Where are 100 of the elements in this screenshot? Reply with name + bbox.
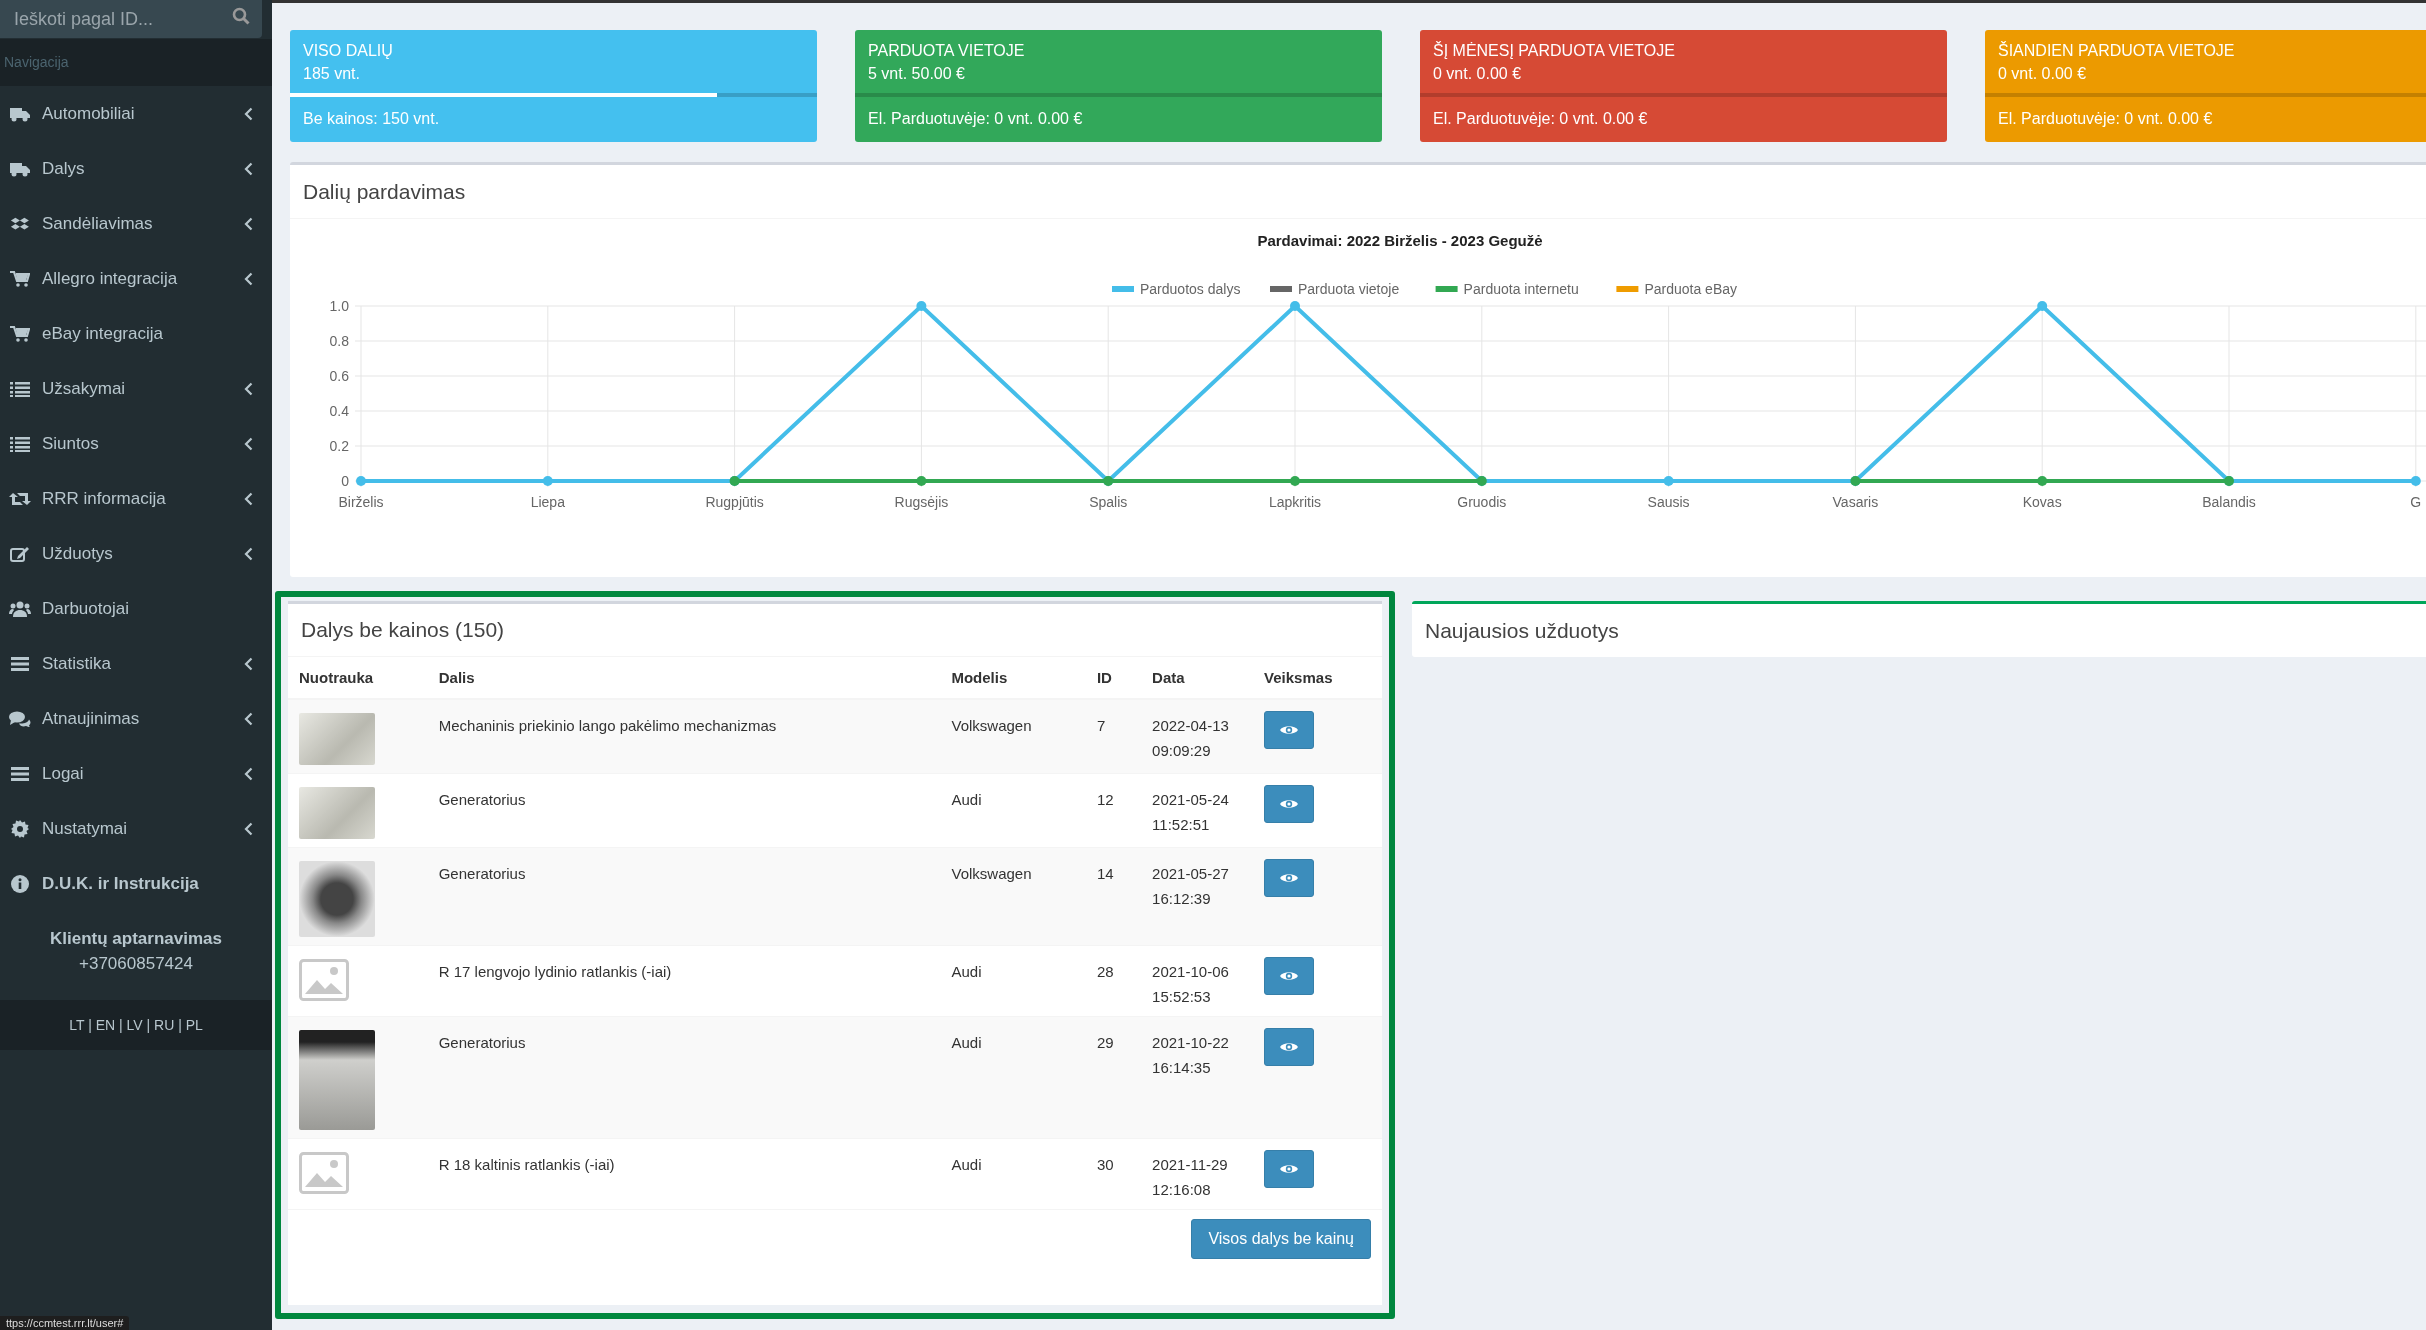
stat-value: 0 vnt. 0.00 €: [1997, 64, 2088, 84]
language-links[interactable]: LT | EN | LV | RU | PL: [69, 1017, 203, 1033]
boxes-icon: [10, 215, 30, 232]
data-point: [356, 476, 366, 486]
axis-label: Gruodis: [1457, 494, 1507, 510]
axis-label: 1.0: [329, 298, 349, 314]
part-name: R 18 kaltinis ratlankis (-iai): [427, 1138, 941, 1209]
stat-title: ŠIANDIEN PARDUOTA VIETOJE: [1997, 40, 2236, 61]
axis-label: Vasaris: [1832, 494, 1879, 510]
menu-icon: [11, 765, 29, 782]
nav-item[interactable]: Automobiliai: [0, 86, 272, 141]
date-cell: 2022-04-13 09:09:29: [1141, 699, 1254, 774]
legend-item[interactable]: Parduota eBay: [1616, 281, 1738, 297]
stat-footer: El. Parduotuvėje: 0 vnt. 0.00 €: [1420, 97, 1947, 141]
list-icon: [10, 380, 30, 397]
chevron-icon: [244, 271, 253, 286]
eye-icon: [1280, 798, 1299, 810]
axis-label: 0.4: [329, 403, 349, 419]
panel-title: Dalys be kainos (150): [301, 618, 505, 642]
users-icon: [9, 600, 31, 617]
support-phone: +37060857424: [78, 953, 194, 975]
chevron-icon: [244, 161, 253, 176]
image-placeholder-icon: [299, 1152, 349, 1194]
list-icon: [10, 435, 30, 452]
settings-icon: [11, 819, 29, 838]
data-point: [916, 301, 927, 311]
legend-item[interactable]: Parduotos dalys: [1112, 281, 1241, 297]
nav-item[interactable]: Užduotys: [0, 526, 272, 581]
stat-footer: El. Parduotuvėje: 0 vnt. 0.00 €: [855, 97, 1382, 141]
edit-icon: [10, 545, 30, 562]
view-button[interactable]: [1264, 785, 1315, 823]
stat-footer: Be kainos: 150 vnt.: [290, 97, 817, 141]
truck-icon: [10, 105, 30, 122]
legend-label: Parduotos dalys: [1140, 281, 1241, 297]
cart-icon: [10, 270, 30, 287]
nav-item[interactable]: Atnaujinimas: [0, 691, 272, 746]
view-button[interactable]: [1264, 859, 1315, 897]
nav-item[interactable]: Darbuotojai: [0, 581, 272, 636]
eye-icon: [1280, 970, 1299, 982]
panel-title: Naujausios užduotys: [1425, 618, 1619, 643]
axis-label: Kovas: [2022, 494, 2062, 510]
data-point: [916, 476, 927, 486]
nav-item[interactable]: D.U.K. ir Instrukcija: [0, 856, 272, 911]
nav-item[interactable]: eBay integracija: [0, 306, 272, 361]
arrows-icon: [9, 490, 31, 507]
chevron-icon: [244, 656, 253, 671]
axis-label: Rugsėjis: [894, 494, 949, 510]
stat-footer: El. Parduotuvėje: 0 vnt. 0.00 €: [1985, 97, 2426, 141]
chevron-icon: [244, 436, 253, 451]
all-parts-button[interactable]: Visos dalys be kainų: [1191, 1219, 1371, 1259]
nav-item[interactable]: Užsakymai: [0, 361, 272, 416]
table-cell: 29: [1085, 1016, 1142, 1139]
search-icon: [232, 7, 250, 25]
chevron-icon: [244, 216, 253, 231]
stat-title: PARDUOTA VIETOJE: [867, 41, 1026, 61]
chevron-icon: [244, 381, 253, 396]
nav-item[interactable]: Allegro integracija: [0, 251, 272, 306]
info-icon: [11, 874, 29, 893]
legend-label: Parduota eBay: [1644, 281, 1738, 297]
nav-item[interactable]: Statistika: [0, 636, 272, 691]
view-button[interactable]: [1264, 711, 1315, 749]
axis-label: Lapkritis: [1268, 494, 1322, 510]
nav-item[interactable]: RRR informacija: [0, 471, 272, 526]
nav-item[interactable]: Nustatymai: [0, 801, 272, 856]
support-title: Klientų aptarnavimas: [49, 928, 223, 950]
part-name: Generatorius: [427, 847, 941, 946]
status-url: ttps://ccmtest.rrr.lt/user#: [0, 1316, 130, 1330]
eye-icon: [1280, 1041, 1299, 1053]
axis-label: 0.8: [329, 333, 349, 349]
data-point: [2410, 476, 2421, 486]
data-point: [1290, 301, 1300, 311]
view-button[interactable]: [1264, 957, 1315, 995]
date-cell: 2021-05-27 16:12:39: [1141, 847, 1254, 946]
axis-label: G: [2410, 494, 2422, 510]
chevron-icon: [244, 766, 253, 781]
legend-item[interactable]: Parduota internetu: [1435, 281, 1579, 297]
axis-label: Balandis: [2202, 494, 2256, 510]
stat-value: 0 vnt. 0.00 €: [1432, 64, 1523, 84]
table-cell: Volkswagen: [940, 847, 1086, 946]
table-cell: 30: [1085, 1138, 1142, 1209]
data-point: [2037, 301, 2048, 311]
legend-label: Parduota internetu: [1463, 281, 1579, 297]
chevron-icon: [244, 711, 253, 726]
stat-value: 5 vnt. 50.00 €: [867, 64, 966, 84]
view-button[interactable]: [1264, 1028, 1315, 1066]
legend-label: Parduota vietoje: [1298, 281, 1400, 297]
stat-value: 185 vnt.: [302, 64, 361, 84]
image-placeholder-icon: [299, 959, 349, 1001]
nav-item[interactable]: Sandėliavimas: [0, 196, 272, 251]
search-field[interactable]: Ieškoti pagal ID...: [0, 0, 262, 38]
eye-icon: [1280, 724, 1299, 736]
table-cell: 14: [1085, 847, 1142, 946]
view-button[interactable]: [1264, 1150, 1315, 1188]
truck-icon: [10, 160, 30, 177]
comments-icon: [9, 710, 31, 727]
legend-item[interactable]: Parduota vietoje: [1270, 281, 1400, 297]
nav-item[interactable]: Siuntos: [0, 416, 272, 471]
nav-item[interactable]: Logai: [0, 746, 272, 801]
nav-item[interactable]: Dalys: [0, 141, 272, 196]
table-cell: Audi: [940, 1138, 1086, 1209]
